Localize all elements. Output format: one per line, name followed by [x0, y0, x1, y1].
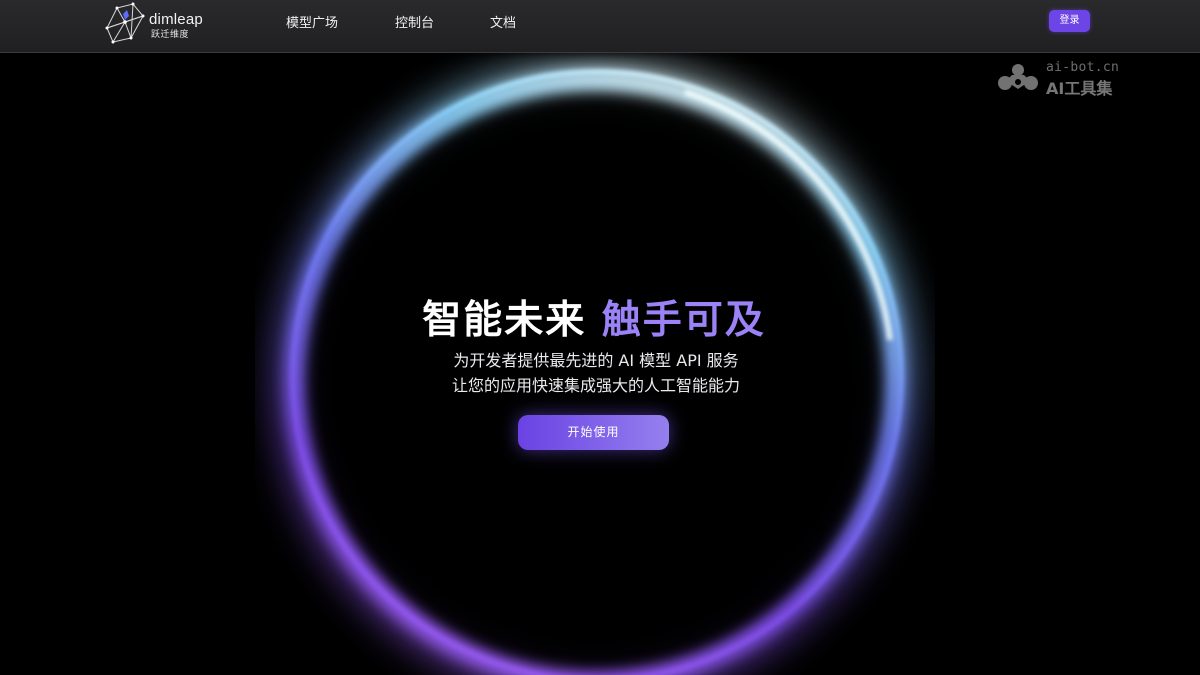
brand-subtitle: 跃迁维度 — [151, 30, 190, 40]
hero-subtitle-line-1: 为开发者提供最先进的 AI 模型 API 服务 — [453, 351, 739, 370]
nav-console[interactable]: 控制台 — [395, 12, 434, 31]
watermark-url: ai-bot.cn — [1046, 60, 1120, 75]
page: dimleap 跃迁维度 模型广场 控制台 文档 登录 ai-bot.cn AI… — [0, 0, 1200, 675]
hero-subtitle-line-2: 让您的应用快速集成强大的人工智能能力 — [451, 376, 740, 395]
ai-bot-logo-icon — [998, 64, 1038, 90]
top-nav-bar: dimleap 跃迁维度 模型广场 控制台 文档 登录 — [0, 0, 1200, 53]
nav-model-plaza[interactable]: 模型广场 — [286, 12, 338, 31]
hero-title: 智能未来 触手可及 — [0, 289, 1188, 345]
brand-logo[interactable]: dimleap 跃迁维度 — [103, 2, 213, 44]
get-started-button[interactable]: 开始使用 — [518, 415, 669, 450]
brand-name: dimleap — [149, 11, 203, 28]
login-button[interactable]: 登录 — [1049, 10, 1090, 32]
nav-docs[interactable]: 文档 — [490, 12, 516, 31]
ai-bot-watermark: ai-bot.cn AI工具集 — [996, 60, 1136, 100]
watermark-title: AI工具集 — [1046, 79, 1113, 98]
hero-title-accent: 触手可及 — [601, 298, 766, 343]
dimleap-logo-icon — [105, 2, 145, 44]
hero-title-main: 智能未来 — [422, 298, 587, 343]
